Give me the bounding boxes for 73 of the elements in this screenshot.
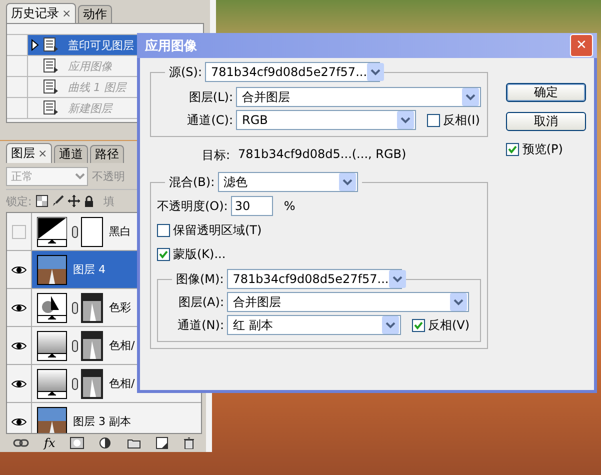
mask-thumbnail xyxy=(81,292,103,322)
checkbox-label[interactable]: 反相(V) xyxy=(428,316,470,334)
effects-button[interactable]: fx xyxy=(44,436,56,450)
chain-link-icon xyxy=(72,340,78,352)
checkbox[interactable] xyxy=(412,318,425,332)
field-label: 图层(L): xyxy=(188,88,233,106)
adjustment-thumbnail xyxy=(37,330,67,360)
chain-link-icon xyxy=(72,302,78,314)
mask-thumbnail xyxy=(81,368,103,398)
target-label: 目标: xyxy=(202,147,230,164)
dialog-button[interactable]: 确定 xyxy=(506,83,586,102)
trash-icon[interactable] xyxy=(182,437,195,449)
mask-icon[interactable] xyxy=(70,437,84,449)
chevron-down-icon xyxy=(450,293,467,311)
dropdown[interactable]: 滤色 xyxy=(218,172,358,192)
chain-link-icon xyxy=(72,378,78,390)
checkbox[interactable] xyxy=(427,114,440,126)
field-label: 混合(B): xyxy=(169,174,215,190)
document-icon xyxy=(43,37,59,53)
dropdown[interactable]: 合并图层 xyxy=(236,87,481,107)
panel-tab[interactable]: 图层 × xyxy=(6,143,52,163)
panel-tab[interactable]: 路径 xyxy=(90,145,124,163)
panel-tab[interactable]: 通道 xyxy=(54,145,88,163)
checkbox-label[interactable]: 反相(I) xyxy=(443,112,480,128)
folder-icon[interactable] xyxy=(127,437,142,449)
opacity-input[interactable]: 30 xyxy=(230,196,273,216)
mask-thumbnail xyxy=(81,216,103,246)
checkbox-label[interactable]: 预览(P) xyxy=(522,141,563,158)
target-value: 781b34cf9d08d5...(..., RGB) xyxy=(238,147,406,163)
link-icon[interactable] xyxy=(13,438,30,448)
checkerboard-icon xyxy=(36,195,48,207)
mask-thumbnail xyxy=(81,330,103,360)
pointer-icon xyxy=(31,39,39,51)
checkbox[interactable] xyxy=(157,224,170,237)
chevron-down-icon xyxy=(382,316,399,334)
field-label: 不透明度(O): xyxy=(157,198,228,214)
lock-icon xyxy=(84,195,94,207)
dialog-title: 应用图像 xyxy=(145,38,197,54)
close-icon[interactable]: × xyxy=(62,7,72,20)
half-circle-icon[interactable] xyxy=(98,437,113,449)
unit-label: % xyxy=(284,199,296,213)
opacity-label: 不透明 xyxy=(92,168,125,184)
document-icon xyxy=(43,100,59,116)
field-label: 通道(C): xyxy=(186,112,233,128)
dropdown[interactable]: 合并图层 xyxy=(227,292,469,312)
move-icon xyxy=(68,195,80,207)
adjustment-thumbnail xyxy=(37,368,67,398)
layer-thumbnail xyxy=(37,254,67,284)
visibility-toggle[interactable] xyxy=(12,224,26,238)
dropdown[interactable]: 红 副本 xyxy=(227,315,401,335)
document-icon xyxy=(43,79,59,95)
brush-icon xyxy=(52,195,64,207)
close-button[interactable]: ✕ xyxy=(570,34,593,57)
panel-tab[interactable]: 历史记录 × xyxy=(6,3,76,23)
document-icon xyxy=(43,58,59,74)
new-layer-icon[interactable] xyxy=(156,437,168,449)
chevron-down-icon xyxy=(397,111,414,129)
chevron-down-icon xyxy=(462,88,479,106)
fill-label: 填 xyxy=(104,194,115,208)
chevron-down-icon xyxy=(367,63,384,81)
checkbox[interactable] xyxy=(157,248,170,261)
chevron-down-icon xyxy=(338,173,356,191)
dropdown[interactable]: RGB xyxy=(236,110,416,130)
dialog-button[interactable]: 取消 xyxy=(506,112,586,131)
close-icon[interactable]: × xyxy=(38,147,48,160)
field-label: 源(S): xyxy=(169,64,202,80)
chain-link-icon xyxy=(72,226,78,238)
adjustment-thumbnail xyxy=(37,292,67,322)
chevron-down-icon xyxy=(388,270,406,288)
panel-tab[interactable]: 动作 xyxy=(78,5,112,23)
adjustment-thumbnail xyxy=(37,216,67,246)
checkbox[interactable] xyxy=(506,143,520,156)
lock-label: 锁定: xyxy=(6,194,32,208)
